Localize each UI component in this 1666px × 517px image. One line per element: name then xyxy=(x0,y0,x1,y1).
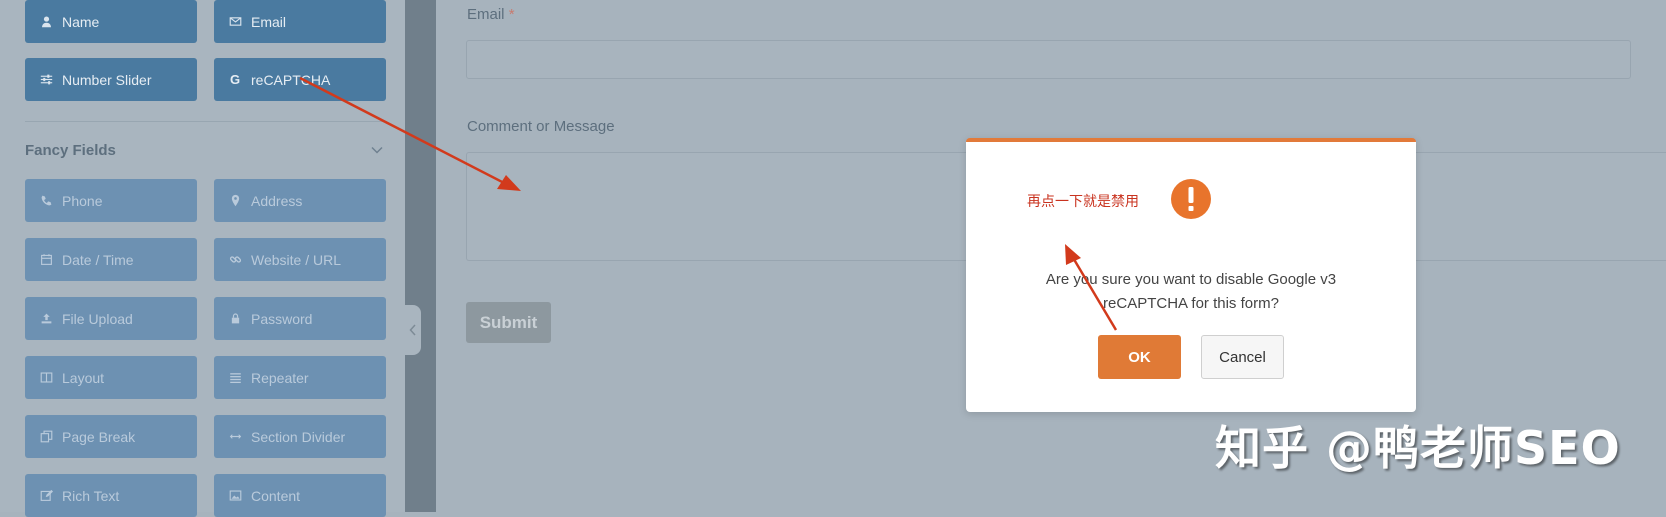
field-button-phone[interactable]: Phone xyxy=(25,179,197,222)
field-button-layout[interactable]: Layout xyxy=(25,356,197,399)
field-button-label: Repeater xyxy=(251,369,309,386)
image-icon xyxy=(228,489,242,503)
field-button-label: Page Break xyxy=(62,428,136,445)
field-button-label: Date / Time xyxy=(62,251,134,268)
fancy-fields-title: Fancy Fields xyxy=(25,142,116,159)
required-mark: * xyxy=(508,6,515,23)
confirm-dialog: 再点一下就是禁用 Are you sure you want to disabl… xyxy=(966,138,1416,412)
field-button-number-slider[interactable]: Number Slider xyxy=(25,58,197,101)
lock-icon xyxy=(228,312,242,326)
field-button-label: Phone xyxy=(62,192,103,209)
exclamation-icon xyxy=(1171,179,1211,219)
field-button-label: Website / URL xyxy=(251,251,341,268)
field-button-repeater[interactable]: Repeater xyxy=(214,356,386,399)
google-icon: G xyxy=(229,72,241,87)
field-button-label: Rich Text xyxy=(62,487,120,504)
field-button-label: Email xyxy=(251,13,287,30)
email-label: Email * xyxy=(467,6,515,23)
field-button-file-upload[interactable]: File Upload xyxy=(25,297,197,340)
field-button-name[interactable]: Name xyxy=(25,0,197,43)
chevron-down-icon[interactable] xyxy=(370,143,384,157)
chevron-left-icon xyxy=(409,324,416,336)
envelope-icon xyxy=(228,15,242,29)
field-button-password[interactable]: Password xyxy=(214,297,386,340)
field-button-label: Layout xyxy=(62,369,105,386)
edit-icon xyxy=(39,489,53,503)
dialog-message: Are you sure you want to disable Google … xyxy=(1045,271,1337,312)
columns-icon xyxy=(39,371,53,385)
field-button-label: reCAPTCHA xyxy=(251,71,331,88)
collapse-panel-button[interactable] xyxy=(405,305,421,355)
ok-button[interactable]: OK xyxy=(1098,335,1181,379)
link-icon xyxy=(228,253,242,267)
watermark: 知乎 @鸭老师SEO xyxy=(1215,421,1621,475)
field-button-email[interactable]: Email xyxy=(214,0,386,43)
email-label-text: Email xyxy=(467,6,505,23)
field-button-section-divider[interactable]: Section Divider xyxy=(214,415,386,458)
field-button-page-break[interactable]: Page Break xyxy=(25,415,197,458)
arrows-h-icon xyxy=(228,430,242,444)
field-button-label: Number Slider xyxy=(62,71,152,88)
submit-button[interactable]: Submit xyxy=(466,302,551,343)
message-label: Comment or Message xyxy=(467,118,615,135)
panel-gutter xyxy=(405,0,436,512)
user-icon xyxy=(39,15,53,29)
field-button-label: File Upload xyxy=(62,310,133,327)
phone-icon xyxy=(39,194,53,208)
field-button-website-url[interactable]: Website / URL xyxy=(214,238,386,281)
sliders-icon xyxy=(39,73,53,87)
section-divider xyxy=(25,121,385,122)
field-button-label: Password xyxy=(251,310,313,327)
calendar-icon xyxy=(39,253,53,267)
list-icon xyxy=(228,371,242,385)
field-button-recaptcha[interactable]: G reCAPTCHA xyxy=(214,58,386,101)
field-button-label: Name xyxy=(62,13,100,30)
field-button-rich-text[interactable]: Rich Text xyxy=(25,474,197,517)
map-pin-icon xyxy=(228,194,242,208)
field-button-label: Address xyxy=(251,192,303,209)
email-input[interactable] xyxy=(466,40,1631,79)
field-palette: Name Email Number Slider G reCAPTCHA Fan… xyxy=(0,0,405,517)
field-button-address[interactable]: Address xyxy=(214,179,386,222)
upload-icon xyxy=(39,312,53,326)
field-button-date-time[interactable]: Date / Time xyxy=(25,238,197,281)
annotation-note: 再点一下就是禁用 xyxy=(1027,194,1139,210)
field-button-label: Section Divider xyxy=(251,428,346,445)
cancel-button[interactable]: Cancel xyxy=(1201,335,1284,379)
field-button-label: Content xyxy=(251,487,301,504)
field-button-content[interactable]: Content xyxy=(214,474,386,517)
copy-icon xyxy=(39,430,53,444)
